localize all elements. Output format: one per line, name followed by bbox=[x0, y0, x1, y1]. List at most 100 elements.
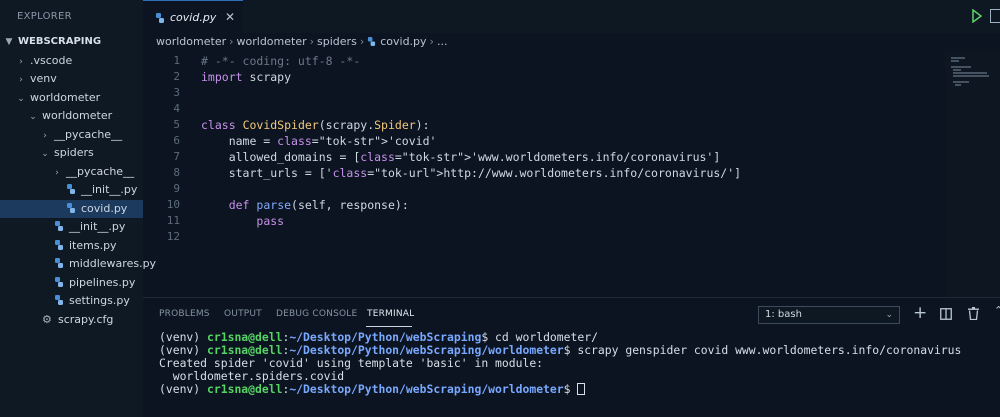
code-text: start_urls = ['class="tok-url">http://ww… bbox=[201, 166, 742, 180]
code-line[interactable]: 12 bbox=[143, 229, 945, 245]
python-file-icon bbox=[55, 239, 63, 250]
tree-folder[interactable]: ⌄ spiders bbox=[0, 144, 143, 163]
tree-folder[interactable]: ⌄ worldometer bbox=[0, 107, 143, 126]
code-text: name = class="tok-str">'covid' bbox=[201, 134, 437, 148]
tree-folder[interactable]: ⌄ worldometer bbox=[0, 89, 143, 108]
prompt-command: $ bbox=[563, 382, 578, 396]
python-file-icon bbox=[67, 202, 75, 213]
code-line[interactable]: 8 start_urls = ['class="tok-url">http://… bbox=[143, 165, 945, 181]
code-editor[interactable]: 1 # -*- coding: utf-8 -*- 2 import scrapy 3 4… bbox=[143, 51, 945, 297]
breadcrumb-item[interactable]: worldometer bbox=[156, 35, 226, 48]
minimap[interactable] bbox=[945, 51, 1000, 297]
plus-icon[interactable]: + bbox=[913, 303, 927, 323]
line-number: 6 bbox=[173, 134, 180, 147]
line-number: 4 bbox=[173, 102, 180, 115]
line-number: 8 bbox=[173, 166, 180, 179]
prompt-path: ~/Desktop/Python/webScraping/worldometer bbox=[289, 343, 564, 357]
tree-item-label: pipelines.py bbox=[69, 275, 136, 289]
active-tab-indicator bbox=[366, 326, 412, 327]
code-line[interactable]: 3 bbox=[143, 85, 945, 101]
terminal-select[interactable]: 1: bash ⌄ bbox=[758, 306, 900, 324]
tree-item-label: venv bbox=[30, 72, 57, 85]
tree-file[interactable]: __init__.py bbox=[0, 181, 143, 200]
tree-file[interactable]: settings.py bbox=[0, 292, 143, 311]
tree-folder[interactable]: › .vscode bbox=[0, 52, 143, 71]
tab-problems[interactable]: PROBLEMS bbox=[159, 309, 210, 319]
line-number: 10 bbox=[166, 198, 180, 211]
tree-file[interactable]: ⚙ scrapy.cfg bbox=[0, 311, 143, 330]
chevron-right-icon: › bbox=[309, 35, 315, 48]
terminal-select-value: 1: bash bbox=[765, 309, 802, 320]
tab-terminal[interactable]: TERMINAL bbox=[367, 309, 414, 319]
chevron-right-icon: › bbox=[229, 35, 234, 48]
code-text: pass bbox=[256, 214, 285, 228]
code-line[interactable]: 7 allowed_domains = [class="tok-str">'ww… bbox=[143, 149, 945, 165]
tab-output[interactable]: OUTPUT bbox=[224, 309, 262, 319]
editor-tab-bar: covid.py ✕ bbox=[143, 0, 1000, 33]
chevron-right-icon: › bbox=[19, 75, 23, 85]
tree-file[interactable]: items.py bbox=[0, 237, 143, 256]
prompt-path: ~/Desktop/Python/webScraping/worldometer bbox=[289, 382, 564, 396]
code-line[interactable]: 5 class CovidSpider(scrapy.Spider): bbox=[143, 117, 945, 133]
tab-label: covid.py bbox=[170, 11, 217, 24]
chevron-right-icon: › bbox=[19, 56, 23, 67]
code-line[interactable]: 11 pass bbox=[143, 213, 945, 229]
breadcrumb-item[interactable]: ... bbox=[437, 35, 448, 48]
trash-icon[interactable] bbox=[968, 307, 979, 320]
venv-prefix: (venv) bbox=[159, 330, 208, 344]
line-number: 9 bbox=[173, 182, 180, 195]
tree-folder[interactable]: › __pycache__ bbox=[0, 126, 143, 145]
tree-file[interactable]: covid.py bbox=[0, 199, 143, 218]
code-text: class CovidSpider(scrapy.Spider): bbox=[201, 118, 430, 132]
workspace-root[interactable]: ▼ WEBSCRAPING bbox=[0, 33, 143, 52]
code-line[interactable]: 1 # -*- coding: utf-8 -*- bbox=[143, 53, 945, 69]
tree-file[interactable]: __init__.py bbox=[0, 218, 143, 237]
gear-icon: ⚙ bbox=[42, 312, 52, 326]
tree-file[interactable]: middlewares.py bbox=[0, 255, 156, 274]
python-file-icon bbox=[55, 276, 63, 287]
prompt-user: cr1sna@dell bbox=[207, 330, 283, 344]
tree-item-label: __pycache__ bbox=[66, 164, 135, 178]
tree-item-label: __pycache__ bbox=[54, 127, 123, 141]
breadcrumb-item[interactable]: worldometer bbox=[237, 35, 307, 48]
code-line[interactable]: 6 name = class="tok-str">'covid' bbox=[143, 133, 945, 149]
line-number: 5 bbox=[173, 118, 180, 131]
prompt-user: cr1sna@dell bbox=[207, 382, 283, 396]
python-file-icon bbox=[156, 13, 164, 23]
explorer-title: EXPLORER bbox=[17, 11, 72, 22]
code-line[interactable]: 2 import scrapy bbox=[143, 69, 945, 85]
python-file-icon bbox=[55, 221, 63, 231]
tree-file[interactable]: pipelines.py bbox=[0, 274, 143, 293]
line-number: 12 bbox=[166, 230, 180, 243]
chevron-down-icon: ⌄ bbox=[29, 112, 37, 122]
chevron-up-icon[interactable]: ⌃ bbox=[994, 304, 1000, 317]
tree-item-label: items.py bbox=[69, 238, 117, 252]
tree-item-label: settings.py bbox=[69, 294, 130, 307]
breadcrumb-item[interactable]: covid.py bbox=[380, 35, 426, 48]
code-line[interactable]: 4 bbox=[143, 101, 945, 117]
tree-item-label: __init__.py bbox=[69, 220, 126, 233]
explorer-sidebar: EXPLORER ▼ WEBSCRAPING › .vscode › venv ⌄ worl… bbox=[0, 0, 156, 417]
code-line[interactable]: 10 def parse(self, response): bbox=[143, 197, 945, 213]
tab-covid-py[interactable]: covid.py ✕ bbox=[143, 0, 243, 33]
line-number: 7 bbox=[173, 150, 180, 163]
terminal-output[interactable]: (venv) cr1sna@dell:~/Desktop/Python/webS… bbox=[159, 331, 961, 396]
prompt-command: $ cd worldometer/ bbox=[481, 330, 598, 344]
split-terminal-icon[interactable] bbox=[940, 308, 952, 320]
code-text: # -*- coding: utf-8 -*- bbox=[201, 54, 361, 68]
prompt-path: ~/Desktop/Python/webScraping bbox=[289, 330, 482, 344]
tab-debug-console[interactable]: DEBUG CONSOLE bbox=[276, 309, 357, 319]
split-editor-icon[interactable] bbox=[990, 9, 1000, 23]
breadcrumb-item[interactable]: spiders bbox=[317, 35, 357, 48]
tree-folder[interactable]: › venv bbox=[0, 70, 143, 89]
run-icon[interactable] bbox=[972, 9, 982, 23]
close-icon[interactable]: ✕ bbox=[225, 10, 235, 24]
tree-folder[interactable]: › __pycache__ bbox=[0, 163, 143, 182]
chevron-down-icon: ▼ bbox=[5, 37, 13, 47]
line-number: 11 bbox=[166, 214, 180, 227]
workspace-root-label: WEBSCRAPING bbox=[18, 36, 102, 47]
chevron-down-icon: ⌄ bbox=[41, 149, 49, 159]
code-line[interactable]: 9 bbox=[143, 181, 945, 197]
venv-prefix: (venv) bbox=[159, 382, 208, 396]
chevron-down-icon: ⌄ bbox=[885, 310, 893, 320]
